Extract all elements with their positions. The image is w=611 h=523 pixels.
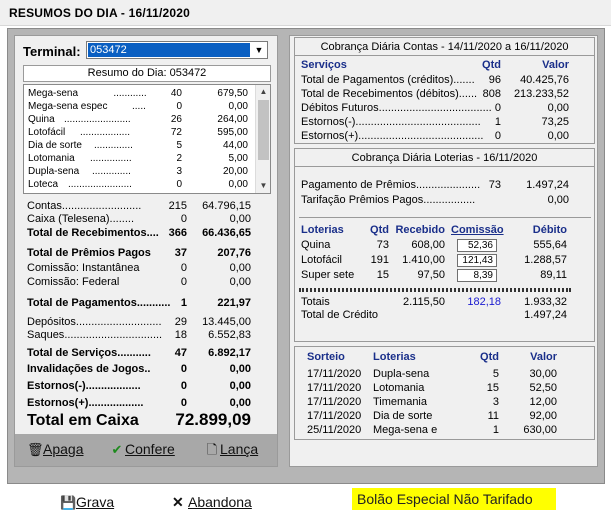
summary-row: Caixa (Telesena)........: [27, 213, 134, 225]
totals-divider: [299, 288, 571, 292]
sorteio-date: 17/11/2020: [307, 396, 362, 408]
sorteio-date: 17/11/2020: [307, 368, 362, 380]
sorteio-date: 25/11/2020: [307, 424, 362, 436]
terminal-select[interactable]: 053472 ▼: [86, 41, 268, 59]
list-item[interactable]: Lotomania............... 2 5,00: [28, 152, 258, 165]
scrollbar-thumb[interactable]: [258, 100, 269, 160]
credito-label: Total de Crédito: [301, 309, 379, 321]
sorteio-date: 17/11/2020: [307, 382, 362, 394]
loteria-row-name: Quina: [301, 239, 331, 251]
games-scrollbar[interactable]: ▲ ▼: [255, 85, 270, 193]
bolao-especial-label: Bolão Especial Não Tarifado: [352, 488, 556, 510]
scroll-down-icon[interactable]: ▼: [256, 179, 270, 193]
col-recebido: Recebido: [395, 224, 445, 236]
contas-header: Cobrança Diária Contas - 14/11/2020 a 16…: [295, 38, 594, 56]
chevron-down-icon[interactable]: ▼: [252, 43, 266, 57]
loteria-row-name: Lotofácil: [301, 254, 342, 266]
col-qtd: Qtd: [482, 59, 501, 71]
sorteio-section: Sorteio Loterias Qtd Valor 17/11/2020 Du…: [294, 346, 595, 440]
scroll-up-icon[interactable]: ▲: [256, 85, 270, 99]
terminal-select-value: 053472: [88, 43, 250, 57]
summary-row: Total de Serviços...........: [27, 347, 151, 359]
right-panel: Cobrança Diária Contas - 14/11/2020 a 16…: [289, 35, 598, 467]
list-item[interactable]: Lotofácil.................. 72 595,00: [28, 126, 258, 139]
comissao-field[interactable]: 8,39: [457, 269, 497, 282]
comissao-field[interactable]: 121,43: [457, 254, 497, 267]
summary-row: Depósitos............................: [27, 316, 162, 328]
list-item[interactable]: Dia de sorte.............. 5 44,00: [28, 139, 258, 152]
total-caixa-value: 72.899,09: [175, 410, 251, 429]
window-titlebar: RESUMOS DO DIA - 16/11/2020: [0, 0, 611, 26]
col-comissao[interactable]: Comissão: [451, 224, 504, 236]
contas-row: Total de Pagamentos (créditos).......: [301, 74, 475, 86]
grava-button[interactable]: 💾Grava: [60, 491, 114, 513]
confere-button[interactable]: ✔ Confere: [109, 439, 175, 459]
sorteio-date: 17/11/2020: [307, 410, 362, 422]
totais-comissao: 182,18: [467, 296, 501, 308]
col-servicos: Serviços: [301, 59, 347, 71]
checkmark-icon: ✔: [111, 442, 123, 457]
summary-row: Saques................................: [27, 329, 163, 341]
resumo-header: Resumo do Dia: 053472: [23, 65, 271, 82]
summary-row: Estornos(-)..................: [27, 380, 141, 392]
col-valor: Valor: [542, 59, 569, 71]
loterias-header: Cobrança Diária Loterias - 16/11/2020: [295, 149, 594, 167]
left-panel: Terminal: 053472 ▼ Resumo do Dia: 053472…: [14, 35, 278, 467]
summary-row: Invalidações de Jogos..: [27, 363, 151, 375]
abandona-button[interactable]: ✕ Abandona: [172, 491, 252, 513]
col-debito: Débito: [532, 224, 567, 236]
total-caixa-label: Total em Caixa: [27, 412, 139, 429]
col-qtd: Qtd: [480, 351, 499, 363]
list-item[interactable]: Quina........................ 26 264,00: [28, 113, 258, 126]
summary-row: Total de Pagamentos...........: [27, 297, 171, 309]
col-valor: Valor: [530, 351, 557, 363]
totais-label: Totais: [301, 296, 330, 308]
list-item[interactable]: Dupla-sena.............. 3 20,00: [28, 165, 258, 178]
terminal-label: Terminal:: [23, 44, 81, 59]
contas-row: Estornos(+).............................…: [301, 130, 484, 142]
col-sorteio: Sorteio: [307, 351, 345, 363]
divider: [299, 217, 591, 218]
games-listbox[interactable]: Mega-sena............ 40 679,50 Mega-sena …: [23, 84, 271, 194]
list-item[interactable]: Mega-sena espec..... 0 0,00: [28, 100, 258, 113]
list-item[interactable]: Loteca....................... 0 0,00: [28, 178, 258, 191]
left-button-bar: 🗑Apaga ✔ Confere 🗋 Lança: [15, 434, 277, 466]
col-loterias: Loterias: [373, 351, 416, 363]
pagamento-premios-row: Pagamento de Prêmios....................…: [301, 179, 481, 191]
loteria-row-name: Super sete: [301, 269, 355, 281]
summary-row: Contas..........................: [27, 200, 142, 212]
tarifacao-row: Tarifação Prêmios Pagos.................: [301, 194, 476, 206]
list-item[interactable]: Mega-sena............ 40 679,50: [28, 87, 258, 100]
comissao-field[interactable]: 52,36: [457, 239, 497, 252]
window-title: RESUMOS DO DIA - 16/11/2020: [9, 6, 191, 20]
summary-row: Comissão: Federal: [27, 276, 120, 288]
contas-row: Total de Recebimentos (débitos)......: [301, 88, 478, 100]
summary-row: Comissão: Instantânea: [27, 262, 140, 274]
col-loterias: Loterias: [301, 224, 344, 236]
close-icon: ✕: [172, 494, 184, 510]
summary-row: Total de Recebimentos....: [27, 227, 159, 239]
save-icon: 💾: [60, 495, 77, 510]
summary-row: Total de Prêmios Pagos: [27, 247, 151, 259]
loterias-section: Cobrança Diária Loterias - 16/11/2020 Pa…: [294, 148, 595, 342]
apaga-button[interactable]: 🗑Apaga: [27, 439, 83, 459]
document-icon: 🗋: [206, 442, 218, 457]
trash-icon: 🗑: [27, 442, 44, 457]
lanca-button[interactable]: 🗋 Lança: [204, 439, 258, 459]
summary-row: Estornos(+)..................: [27, 397, 144, 409]
contas-section: Cobrança Diária Contas - 14/11/2020 a 16…: [294, 37, 595, 144]
col-qtd: Qtd: [370, 224, 389, 236]
contas-row: Estornos(-).............................…: [301, 116, 481, 128]
